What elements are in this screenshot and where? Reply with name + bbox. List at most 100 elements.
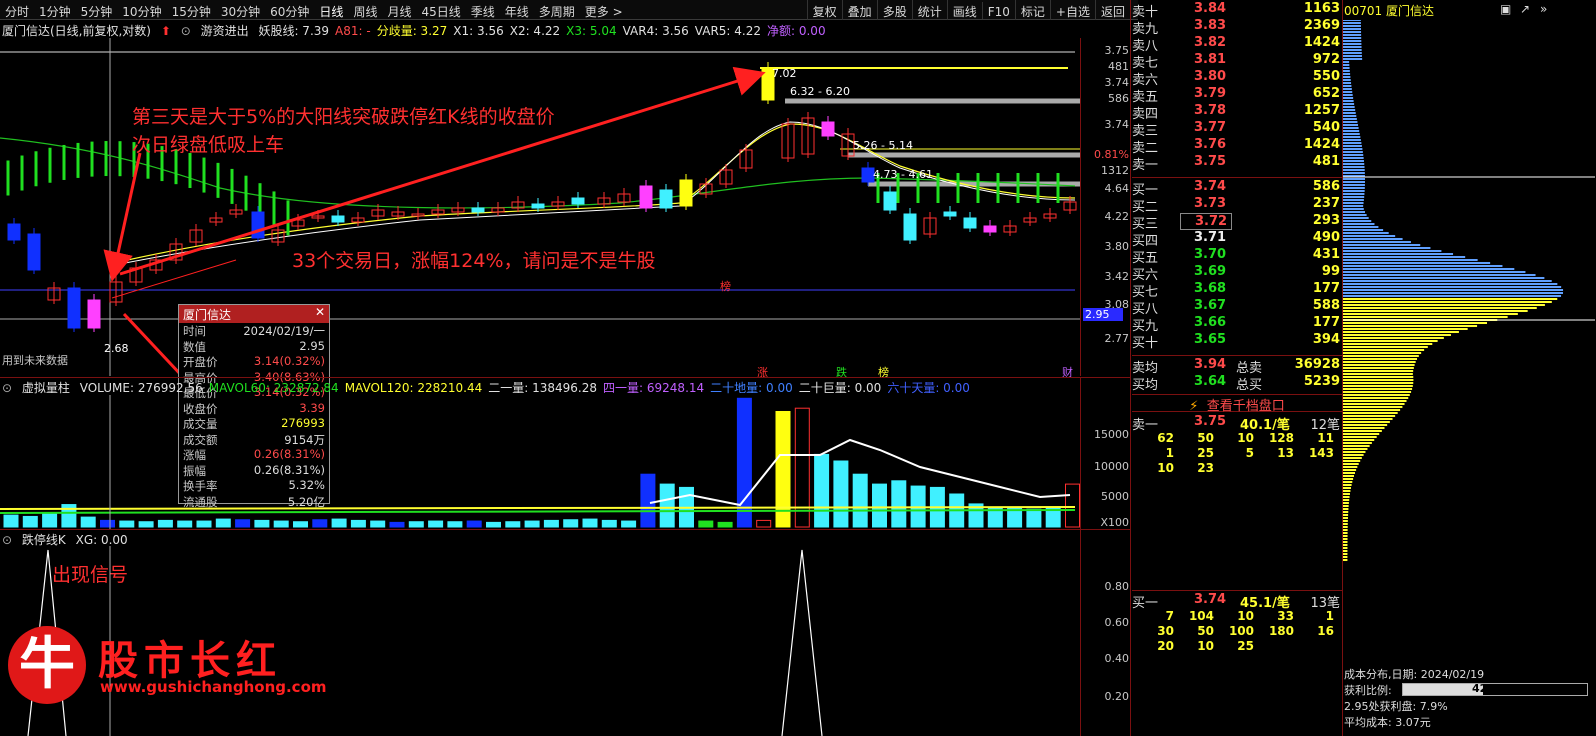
tool-button-7[interactable]: +自选 (1049, 0, 1095, 20)
volume-bar (196, 520, 212, 528)
period-tab-13[interactable]: 多周期 (534, 0, 580, 20)
volume-value: MAVOL60: 232872.84 (208, 381, 339, 395)
period-tab-0[interactable]: 分时 (0, 0, 34, 20)
bid-level[interactable]: 买三 3.72 293 (1132, 213, 1342, 232)
down-arrow-icon[interactable]: ⬆ (161, 24, 171, 38)
ask-volume: 2369 (1303, 18, 1340, 33)
bid-level[interactable]: 买八 3.67 588 (1132, 298, 1342, 317)
tooltip-header[interactable]: 厦门信达 ✕ (179, 305, 329, 323)
volume-bar (119, 520, 135, 528)
volume-bar (331, 518, 347, 528)
volume-bar (891, 480, 907, 528)
volume-bar (273, 520, 289, 528)
period-tab-8[interactable]: 周线 (348, 0, 382, 20)
settings-icon[interactable]: ⊙ (181, 24, 191, 38)
bid-level[interactable]: 买七 3.68 177 (1132, 281, 1342, 300)
bid-volume: 431 (1312, 247, 1340, 262)
tool-button-2[interactable]: 多股 (876, 0, 912, 20)
tool-button-4[interactable]: 画线 (946, 0, 982, 20)
range3-label: 4.73 - 4.61 (873, 168, 933, 181)
bid-level[interactable]: 买二 3.73 237 (1132, 196, 1342, 215)
volume-bar (486, 521, 501, 528)
volume-value: VOLUME: 276992.56 (79, 381, 203, 395)
ask-level[interactable]: 卖四 3.78 1257 (1132, 103, 1342, 122)
volume-bar (177, 520, 193, 528)
period-tab-2[interactable]: 5分钟 (76, 0, 118, 20)
candle-body (659, 189, 673, 209)
bid-volume: 293 (1312, 213, 1340, 228)
period-tab-11[interactable]: 季线 (466, 0, 500, 20)
ask-level[interactable]: 卖七 3.81 972 (1132, 52, 1342, 71)
bid-volume: 177 (1312, 281, 1340, 296)
period-tab-9[interactable]: 月线 (382, 0, 416, 20)
up-arrow-icon[interactable]: ↗ (1520, 2, 1530, 16)
ask-level[interactable]: 卖五 3.79 652 (1132, 86, 1342, 105)
indicator-value: 分歧量: 3.27 (376, 24, 448, 38)
ask-level[interactable]: 卖二 3.76 1424 (1132, 137, 1342, 156)
signal-spike (781, 549, 823, 736)
volume-bar (717, 521, 733, 528)
ask-level[interactable]: 卖九 3.83 2369 (1132, 18, 1342, 37)
period-tab-12[interactable]: 年线 (500, 0, 534, 20)
settings-icon[interactable]: ⊙ (2, 381, 12, 395)
bid-label: 买十 (1132, 336, 1159, 351)
volume-bar (293, 521, 308, 528)
ask-level[interactable]: 卖六 3.80 550 (1132, 69, 1342, 88)
volume-axis-label: 15000 (1094, 428, 1129, 441)
ask-level[interactable]: 卖十 3.84 1163 (1132, 1, 1342, 20)
window-icon[interactable]: ▣ (1500, 2, 1511, 16)
bid-level[interactable]: 买五 3.70 431 (1132, 247, 1342, 266)
ask-level[interactable]: 卖八 3.82 1424 (1132, 35, 1342, 54)
price-axis-label: 3.80 (1104, 240, 1130, 253)
settings-icon[interactable]: ⊙ (2, 533, 12, 547)
volume-bar (505, 521, 521, 528)
ask-price: 3.83 (1194, 18, 1227, 33)
summary-row: 卖均 3.94 总卖 36928 (1132, 357, 1340, 376)
buy1-detail: 买一 3.74 45.1/笔 13笔 7 104 10 33 1 30 50 100 180 16 20 10… (1132, 592, 1342, 654)
stock-title[interactable]: 厦门信达(日线,前复权,对数) (2, 24, 151, 38)
candle-body (983, 225, 997, 233)
bid-level[interactable]: 买一 3.74 586 (1132, 179, 1342, 198)
period-tab-6[interactable]: 60分钟 (265, 0, 314, 20)
signal-axis-label: 0.20 (1104, 690, 1130, 703)
order-summary: 卖均 3.94 总卖 36928 买均 3.64 总买 5239 (1132, 357, 1342, 393)
ask-level[interactable]: 卖一 3.75 481 (1132, 154, 1342, 173)
bid-level[interactable]: 买六 3.69 99 (1132, 264, 1342, 283)
bid-price: 3.71 (1194, 230, 1227, 245)
indicator-value: X1: 3.56 (453, 24, 504, 38)
bid-price: 3.68 (1194, 281, 1227, 296)
ask-level[interactable]: 卖三 3.77 540 (1132, 120, 1342, 139)
indicator-value: X2: 4.22 (509, 24, 561, 38)
tool-button-3[interactable]: 统计 (911, 0, 947, 20)
bid-level[interactable]: 买十 3.65 394 (1132, 332, 1342, 351)
tool-button-5[interactable]: F10 (981, 2, 1015, 19)
bid-level[interactable]: 买四 3.71 490 (1132, 230, 1342, 249)
volume-bar (447, 521, 463, 528)
period-tab-1[interactable]: 1分钟 (34, 0, 76, 20)
signal-title[interactable]: 跌停线K (22, 533, 66, 547)
bid-volume: 99 (1321, 264, 1340, 279)
bid-price: 3.69 (1194, 264, 1227, 279)
indicator-name[interactable]: 游资进出 (201, 24, 249, 38)
bid-volume: 394 (1312, 332, 1340, 347)
candle-body (903, 213, 917, 241)
period-tab-5[interactable]: 30分钟 (216, 0, 265, 20)
main-indicator-header: 厦门信达(日线,前复权,对数) ⬆ ⊙ 游资进出 妖股线: 7.39 A81: -… (2, 22, 1077, 38)
price-axis-label: 3.75 (1104, 44, 1130, 57)
chevron-right-icon[interactable]: » (1540, 2, 1547, 16)
volume-chart[interactable] (0, 395, 1080, 529)
bid-level[interactable]: 买九 3.66 177 (1132, 315, 1342, 334)
close-icon[interactable]: ✕ (315, 305, 325, 319)
period-tab-7[interactable]: 日线 (314, 0, 348, 20)
period-tab-3[interactable]: 10分钟 (117, 0, 166, 20)
volume-title[interactable]: 虚拟量柱 (22, 381, 70, 395)
tool-button-0[interactable]: 复权 (806, 0, 842, 20)
period-tab-4[interactable]: 15分钟 (167, 0, 216, 20)
thousand-level-link[interactable]: ⚡ 查看千档盘口 (1132, 394, 1342, 414)
candlestick-chart[interactable] (0, 38, 1080, 376)
tool-button-8[interactable]: 返回 (1094, 0, 1130, 20)
period-tab-14[interactable]: 更多 > (580, 0, 628, 20)
tool-button-6[interactable]: 标记 (1014, 0, 1050, 20)
period-tab-10[interactable]: 45日线 (416, 0, 465, 20)
tool-button-1[interactable]: 叠加 (841, 0, 877, 20)
